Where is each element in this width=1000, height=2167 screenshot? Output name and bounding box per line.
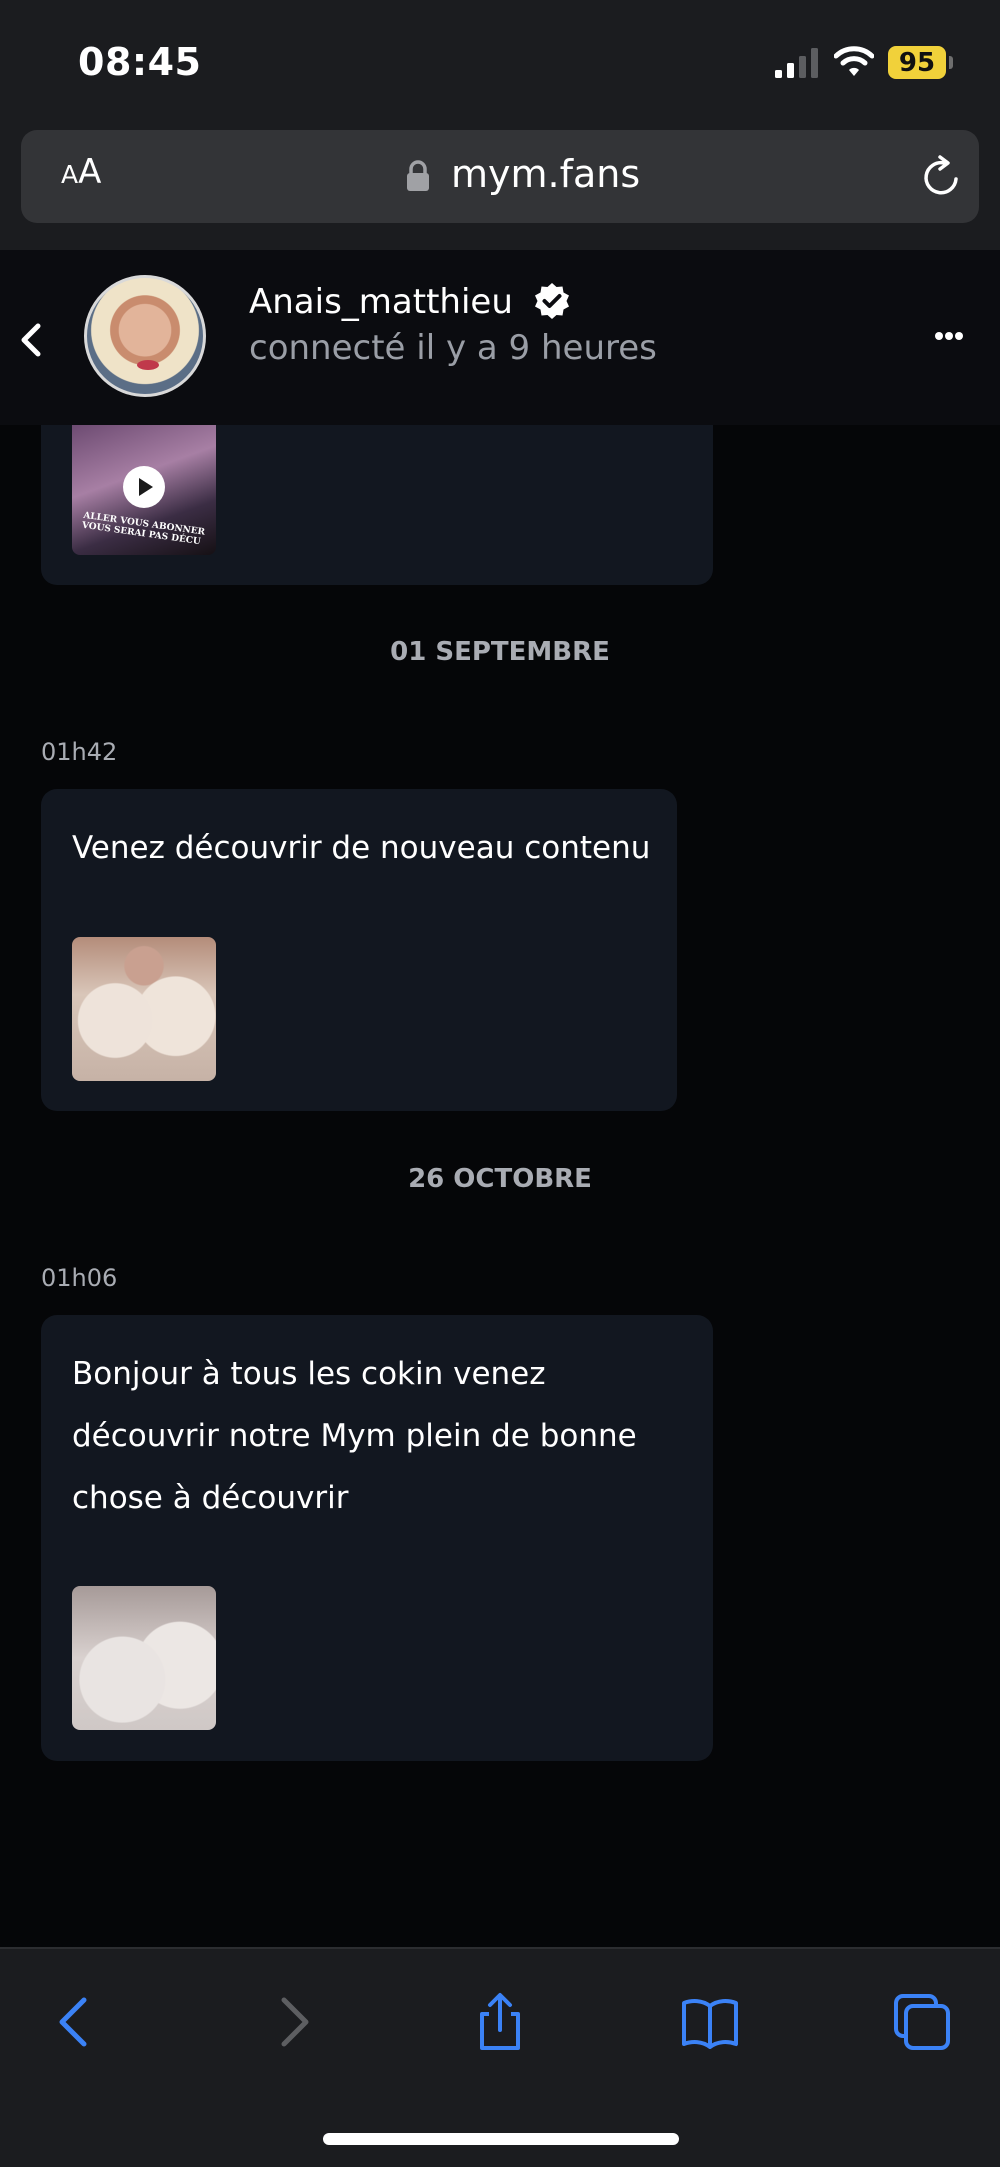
status-bar: 08:45 95 bbox=[0, 0, 1000, 130]
browser-top-bar: AA mym.fans bbox=[0, 130, 1000, 250]
message-bubble: Venez découvrir de nouveau contenu bbox=[41, 789, 677, 1111]
avatar[interactable] bbox=[84, 275, 206, 397]
back-chevron-icon[interactable] bbox=[16, 320, 46, 360]
verified-icon bbox=[535, 283, 569, 319]
tabs-icon[interactable] bbox=[892, 1992, 952, 2052]
bookmarks-icon[interactable] bbox=[680, 1992, 740, 2052]
wifi-icon bbox=[834, 46, 874, 76]
message-time: 01h06 bbox=[41, 1264, 118, 1292]
share-icon[interactable] bbox=[470, 1992, 530, 2052]
url-text[interactable]: mym.fans bbox=[451, 152, 640, 196]
message-text: Venez découvrir de nouveau contenu bbox=[72, 830, 651, 866]
back-icon[interactable] bbox=[46, 1992, 106, 2052]
play-icon[interactable] bbox=[122, 465, 166, 509]
media-thumbnail[interactable] bbox=[72, 1586, 216, 1730]
date-separator: 26 OCTOBRE bbox=[408, 1164, 592, 1194]
message-text-line: Bonjour à tous les cokin venez bbox=[72, 1356, 546, 1392]
message-text-line: chose à découvrir bbox=[72, 1480, 349, 1516]
text-size-button[interactable]: AA bbox=[61, 152, 101, 192]
username[interactable]: Anais_matthieu bbox=[249, 282, 513, 322]
message-bubble: ALLER VOUS ABONNER VOUS SERAI PAS DÉCU bbox=[41, 425, 713, 585]
forward-icon[interactable] bbox=[262, 1992, 322, 2052]
lock-icon bbox=[407, 160, 429, 191]
more-icon[interactable] bbox=[934, 330, 964, 342]
status-time: 08:45 bbox=[78, 40, 202, 84]
date-separator: 01 SEPTEMBRE bbox=[390, 637, 610, 667]
message-text-line: découvrir notre Mym plein de bonne bbox=[72, 1418, 637, 1454]
avatar-detail bbox=[137, 360, 159, 370]
battery-icon: 95 bbox=[888, 46, 946, 79]
media-thumbnail[interactable] bbox=[72, 937, 216, 1081]
battery-cap bbox=[949, 56, 953, 69]
message-bubble: Bonjour à tous les cokin venez découvrir… bbox=[41, 1315, 713, 1761]
home-indicator bbox=[323, 2133, 679, 2145]
message-time: 01h42 bbox=[41, 738, 118, 766]
url-bar[interactable]: AA mym.fans bbox=[21, 130, 979, 223]
last-seen-status: connecté il y a 9 heures bbox=[249, 328, 657, 368]
chat-header: Anais_matthieu connecté il y a 9 heures bbox=[0, 250, 1000, 425]
video-thumbnail[interactable]: ALLER VOUS ABONNER VOUS SERAI PAS DÉCU bbox=[72, 425, 216, 555]
video-caption: ALLER VOUS ABONNER VOUS SERAI PAS DÉCU bbox=[81, 510, 206, 548]
browser-toolbar bbox=[0, 1947, 1000, 2167]
signal-icon bbox=[775, 48, 818, 78]
reload-icon[interactable] bbox=[920, 155, 964, 199]
